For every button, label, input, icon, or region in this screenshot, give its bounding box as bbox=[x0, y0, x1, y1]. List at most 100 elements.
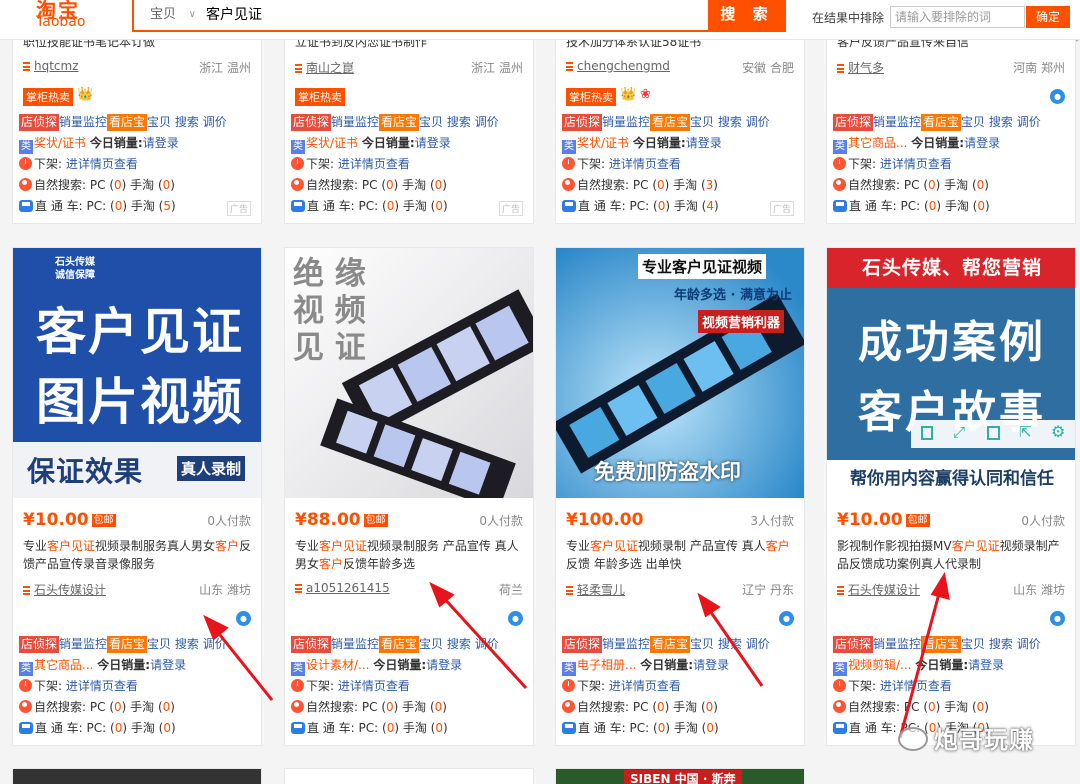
wangwang-icon[interactable]: ● bbox=[236, 611, 251, 626]
location: 浙江 温州 bbox=[471, 61, 523, 75]
hot-badge: 掌柜热卖 bbox=[295, 88, 345, 106]
exclude-label: 在结果中排除 bbox=[812, 11, 885, 25]
price: ¥100.00 bbox=[566, 510, 644, 530]
tool-rows: 店侦探 销量监控 看店宝 宝贝 搜索 调价 类电子相册... 今日销量:请登录 下架:… bbox=[562, 636, 770, 735]
image-headline: 专业客户见证视频 bbox=[638, 254, 767, 279]
product-image[interactable]: 专业客户见证视频 年龄多选 · 满意为止 视频营销利器 免费加防盗水印 bbox=[556, 248, 804, 498]
product-card[interactable]: 技术加分体系认证58证书 chengchengmd 安徽 合肥 掌柜热卖 👑 ❀… bbox=[555, 20, 805, 224]
paid-count: 3人付款 bbox=[750, 514, 794, 528]
logo-en: Taobao bbox=[36, 14, 86, 30]
product-title[interactable]: 专业客户见证视频录制服务 产品宣传 真人男女客户反馈年龄多选 bbox=[295, 537, 527, 573]
watermark: 炮哥玩赚 bbox=[898, 720, 1034, 755]
location: 辽宁 丹东 bbox=[742, 583, 794, 597]
ad-badge: 广告 bbox=[769, 201, 794, 216]
product-image[interactable]: 石头传媒、帮您营销 成功案例 客户故事 ⤢ ⇱ ⚙ 帮你用内容赢得认同和信任 bbox=[827, 248, 1075, 498]
paid-count: 0人付款 bbox=[479, 514, 523, 528]
search-category-label: 宝贝 bbox=[150, 7, 177, 22]
wangwang-icon[interactable]: ● bbox=[1050, 89, 1065, 104]
wangwang-icon[interactable]: ● bbox=[1050, 611, 1065, 626]
product-card[interactable]: 职位技能证书笔记本订做 hqtcmz 浙江 温州 掌柜热卖 👑 店侦探 销量监控看… bbox=[12, 20, 262, 224]
shop-link[interactable]: 轻柔雪儿 bbox=[566, 581, 625, 598]
location: 山东 潍坊 bbox=[199, 583, 251, 597]
hot-badge: 掌柜热卖 bbox=[23, 88, 73, 106]
tool-rows: 店侦探 销量监控 看店宝 宝贝 搜索 调价 类奖状/证书 今日销量:请登录 下架: 进… bbox=[562, 114, 770, 213]
tool-rows: 店侦探 销量监控 看店宝 宝贝 搜索 调价 类其它商品... 今日销量:请登录 下架:… bbox=[833, 114, 1041, 213]
shop-link[interactable]: hqtcmz bbox=[23, 59, 79, 73]
peek-text: SIBEN 中国 · 斯奔 bbox=[624, 770, 742, 784]
next-card-peek[interactable] bbox=[12, 768, 262, 784]
product-image[interactable]: 石头传媒 诚信保障 客户见证 图片视频 保证效果 真人录制 bbox=[13, 248, 261, 498]
location: 浙江 温州 bbox=[199, 61, 251, 75]
thumbnail-icon[interactable] bbox=[921, 426, 933, 440]
tool-rows: 店侦探 销量监控 看店宝 宝贝 搜索 调价 类其它商品... 今日销量:请登录 下架:… bbox=[19, 636, 227, 735]
search-category-select[interactable]: 宝贝 ∨ bbox=[134, 0, 202, 30]
search-input[interactable] bbox=[206, 0, 706, 30]
shop-icon bbox=[23, 586, 30, 595]
image-footer: 保证效果 真人录制 bbox=[13, 442, 261, 498]
chevron-down-icon: ∨ bbox=[188, 9, 196, 20]
shop-icon bbox=[837, 586, 844, 595]
price: ¥10.00 包邮 bbox=[23, 510, 116, 530]
save-icon[interactable] bbox=[987, 426, 1000, 440]
crown-icon: 👑 bbox=[77, 87, 94, 102]
product-card[interactable]: 石头传媒、帮您营销 成功案例 客户故事 ⤢ ⇱ ⚙ 帮你用内容赢得认同和信任 ¥… bbox=[826, 247, 1076, 746]
image-calligraphy: 绝 缘 视 频 见 证 bbox=[293, 256, 366, 366]
paid-count: 0人付款 bbox=[207, 514, 251, 528]
product-card[interactable]: 客户反馈产品宣传来自信 财气多 河南 郑州 ● 店侦探 销量监控 看店宝 宝贝 搜索 … bbox=[826, 20, 1076, 224]
product-card[interactable]: 专业客户见证视频 年龄多选 · 满意为止 视频营销利器 免费加防盗水印 ¥100… bbox=[555, 247, 805, 746]
shop-link[interactable]: 石头传媒设计 bbox=[23, 581, 106, 598]
image-tagline: 视频营销利器 bbox=[698, 310, 785, 333]
wangwang-icon[interactable]: ● bbox=[508, 611, 523, 626]
shop-icon bbox=[566, 586, 573, 595]
ad-badge: 广告 bbox=[226, 201, 251, 216]
tool-rows: 店侦探 销量监控 看店宝 宝贝 搜索 调价 类设计素材/... 今日销量:请登录 下架… bbox=[291, 636, 499, 735]
share-icon[interactable]: ⇱ bbox=[1019, 423, 1032, 441]
exclude-input[interactable]: 请输入要排除的词 bbox=[890, 6, 1025, 28]
product-title[interactable]: 专业客户见证视频录制 产品宣传 真人客户反馈 年龄多选 出单快 bbox=[566, 537, 798, 573]
shop-icon bbox=[566, 62, 573, 71]
flower-icon: ❀ bbox=[640, 87, 651, 102]
search-button[interactable]: 搜 索 bbox=[708, 0, 786, 30]
next-card-peek[interactable] bbox=[284, 768, 534, 784]
product-card[interactable]: 石头传媒 诚信保障 客户见证 图片视频 保证效果 真人录制 ¥10.00 包邮 0人… bbox=[12, 247, 262, 746]
product-title[interactable]: 影视制作影视拍摄MV客户见证视频录制产品反馈成功案例真人代录制 bbox=[837, 537, 1069, 573]
image-headline: 客户见证 bbox=[36, 303, 244, 361]
taobao-search-page: 淘宝 Taobao 宝贝 ∨ 搜 索 在结果中排除 请输入要排除的词 确定 × … bbox=[0, 0, 1080, 784]
search-box: 宝贝 ∨ 搜 索 bbox=[132, 0, 786, 32]
exclude-confirm-button[interactable]: 确定 bbox=[1026, 6, 1070, 28]
shop-link[interactable]: a1051261415 bbox=[295, 581, 390, 595]
shop-icon bbox=[23, 62, 30, 71]
location: 荷兰 bbox=[498, 583, 523, 597]
location: 山东 潍坊 bbox=[1013, 583, 1065, 597]
product-card[interactable]: 绝 缘 视 频 见 证 ¥88.00 包邮 0人付款 专业客户见证视频录制服务 产… bbox=[284, 247, 534, 746]
wangwang-icon[interactable]: ● bbox=[779, 611, 794, 626]
shop-icon bbox=[837, 64, 844, 73]
ad-badge: 广告 bbox=[498, 201, 523, 216]
taobao-logo[interactable]: 淘宝 Taobao bbox=[22, 0, 100, 36]
hot-badge: 掌柜热卖 bbox=[566, 88, 616, 106]
next-card-peek[interactable]: SIBEN 中国 · 斯奔 bbox=[555, 768, 805, 784]
shop-link[interactable]: 南山之崑 bbox=[295, 59, 354, 76]
image-badge: 石头传媒 诚信保障 bbox=[55, 257, 95, 281]
location: 安徽 合肥 bbox=[742, 61, 794, 75]
price: ¥10.00 包邮 bbox=[837, 510, 930, 530]
image-footer: 帮你用内容赢得认同和信任 bbox=[827, 460, 1075, 498]
image-headline: 图片视频 bbox=[36, 373, 244, 431]
shop-link[interactable]: 财气多 bbox=[837, 59, 884, 76]
product-image[interactable]: 绝 缘 视 频 见 证 bbox=[285, 248, 533, 498]
tool-rows: 店侦探 销量监控 看店宝 宝贝 搜索 调价 类奖状/证书 今日销量:请登录 下架: 进… bbox=[19, 114, 227, 213]
shop-link[interactable]: 石头传媒设计 bbox=[837, 581, 920, 598]
image-footer: 免费加防盗水印 bbox=[594, 460, 741, 484]
location: 河南 郑州 bbox=[1013, 61, 1065, 75]
product-title[interactable]: 专业客户见证视频录制服务真人男女客户反馈产品宣传录音录像服务 bbox=[23, 537, 255, 573]
search-header: 淘宝 Taobao 宝贝 ∨ 搜 索 在结果中排除 请输入要排除的词 确定 bbox=[0, 0, 1080, 40]
shop-icon bbox=[295, 64, 302, 73]
image-top-banner: 石头传媒、帮您营销 bbox=[827, 248, 1075, 288]
tool-rows: 店侦探 销量监控 看店宝 宝贝 搜索 调价 类奖状/证书 今日销量:请登录 下架: 进… bbox=[291, 114, 499, 213]
gear-icon[interactable]: ⚙ bbox=[1051, 422, 1065, 441]
shop-link[interactable]: chengchengmd bbox=[566, 59, 670, 73]
paid-count: 0人付款 bbox=[1021, 514, 1065, 528]
wechat-icon bbox=[898, 727, 928, 751]
expand-icon[interactable]: ⤢ bbox=[953, 423, 965, 441]
product-card[interactable]: 立证书到反内恋证书制作 南山之崑 浙江 温州 掌柜热卖 店侦探 销量监控 看店宝 宝贝… bbox=[284, 20, 534, 224]
